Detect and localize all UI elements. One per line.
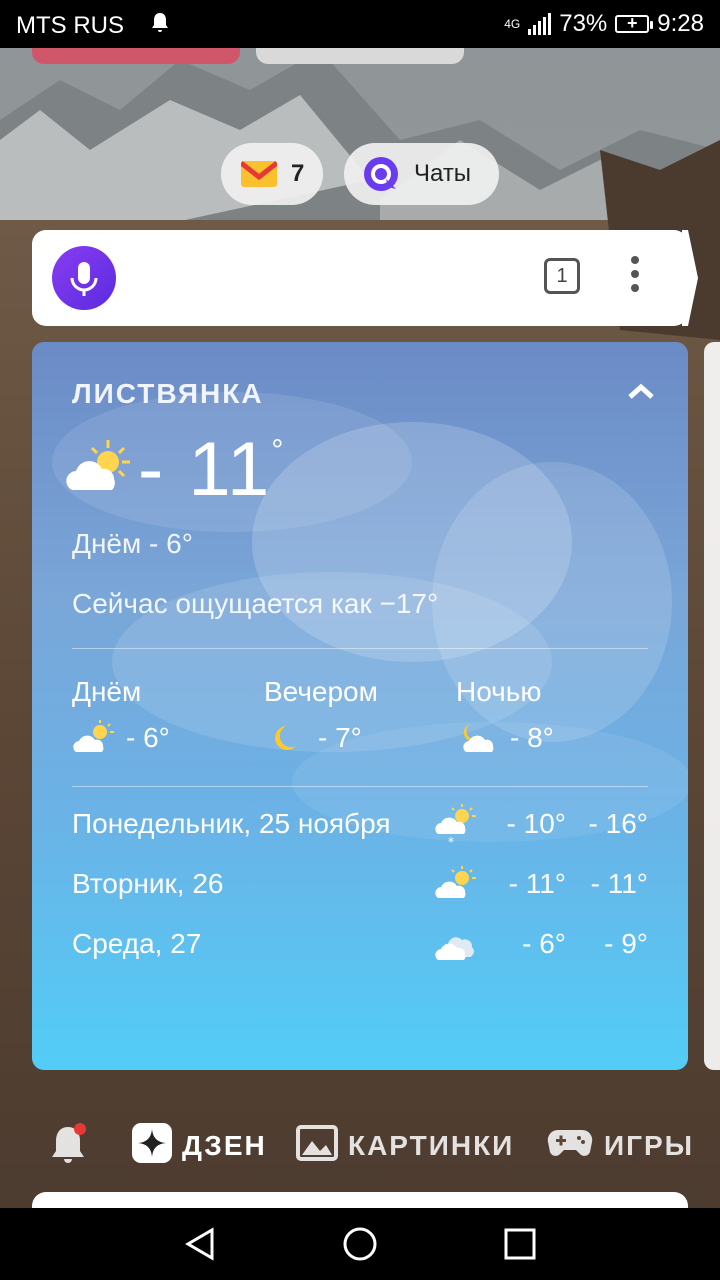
games-button[interactable]: ИГРЫ <box>546 1118 694 1174</box>
previous-card-red <box>32 48 240 64</box>
partly-cloudy-icon <box>62 438 134 498</box>
services-row: ДЗЕН КАРТИНКИ ИГРЫ <box>0 1118 720 1174</box>
previous-card-grey <box>256 48 464 64</box>
back-triangle-icon[interactable] <box>182 1226 218 1262</box>
zen-icon <box>132 1122 172 1170</box>
period-temp: - 8° <box>510 722 554 753</box>
divider <box>72 648 648 649</box>
next-card-peek[interactable] <box>704 342 720 1070</box>
battery-percent: 73% <box>559 10 608 37</box>
mail-icon <box>239 161 279 187</box>
period-night: Ночью - 8° <box>456 676 636 756</box>
feels-like: Сейчас ощущается как −17° <box>72 588 439 619</box>
battery-charging-icon: + <box>615 13 654 33</box>
chats-label: Чаты <box>414 160 472 187</box>
images-label: КАРТИНКИ <box>348 1130 515 1161</box>
zen-button[interactable]: ДЗЕН <box>132 1118 267 1174</box>
clock: 9:28 <box>657 10 704 37</box>
partly-cloudy-snow-icon: * <box>435 804 476 848</box>
microphone-icon[interactable] <box>52 246 116 310</box>
period-evening: Вечером - 7° <box>264 676 444 756</box>
moon-icon <box>275 726 296 750</box>
forecast-low: - 11° <box>590 868 648 899</box>
system-nav-bar <box>0 1208 720 1280</box>
notifications-button[interactable] <box>50 1118 90 1174</box>
period-name: Днём <box>72 676 142 707</box>
more-vertical-icon[interactable] <box>628 256 642 300</box>
forecast-low: - 9° <box>604 928 648 959</box>
forecast-row[interactable]: Понедельник, 25 ноября * - 10° - 16° <box>72 804 648 848</box>
cloudy-icon <box>435 937 474 960</box>
notification-bell-icon <box>50 1121 90 1172</box>
gamepad-icon <box>546 1126 594 1167</box>
period-name: Вечером <box>264 676 378 707</box>
svg-text:*: * <box>448 835 454 848</box>
image-icon <box>296 1124 338 1168</box>
forecast-low: - 16° <box>588 808 648 839</box>
forecast-row[interactable]: Среда, 27 - 6° - 9° <box>72 924 648 964</box>
mail-count: 7 <box>291 160 305 187</box>
zen-label: ДЗЕН <box>182 1130 267 1161</box>
current-temperature: - 11° <box>138 426 285 513</box>
chat-icon <box>362 155 400 193</box>
forecast-row[interactable]: Вторник, 26 - 11° - 11° <box>72 864 648 904</box>
weather-card[interactable]: ЛИСТВЯНКА - 11° Днём - 6° Сейчас ощущает… <box>32 342 688 1070</box>
period-temp: - 7° <box>318 722 362 753</box>
partly-cloudy-icon <box>73 720 114 752</box>
games-label: ИГРЫ <box>604 1130 695 1161</box>
signal-icon <box>528 13 552 35</box>
partly-cloudy-icon <box>435 866 476 898</box>
status-bar: MTS RUS 4G 73% + 9:28 <box>0 0 720 48</box>
carrier-label: MTS RUS <box>16 12 124 39</box>
forecast-day: Вторник, 26 <box>72 868 224 899</box>
chats-chip[interactable]: Чаты <box>344 143 499 205</box>
divider <box>72 786 648 787</box>
period-name: Ночью <box>456 676 542 707</box>
forecast-day: Среда, 27 <box>72 928 202 959</box>
recent-square-icon[interactable] <box>502 1226 538 1262</box>
chevron-up-icon[interactable] <box>628 374 654 406</box>
day-temperature: Днём - 6° <box>72 528 193 559</box>
partly-cloudy-night-icon <box>463 724 494 752</box>
search-bar-tail <box>682 230 698 326</box>
forecast-high: - 6° <box>522 928 566 959</box>
mail-chip[interactable]: 7 <box>221 143 323 205</box>
weather-city: ЛИСТВЯНКА <box>72 378 264 409</box>
period-day: Днём - 6° <box>72 676 252 756</box>
tabs-counter-button[interactable]: 1 <box>544 258 580 294</box>
forecast-high: - 10° <box>506 808 566 839</box>
notification-bell-icon <box>150 12 170 41</box>
network-type-label: 4G <box>504 17 521 31</box>
degree-sign: ° <box>271 434 286 467</box>
period-temp: - 6° <box>126 722 170 753</box>
search-bar[interactable]: 1 <box>32 230 698 326</box>
forecast-high: - 11° <box>508 868 566 899</box>
forecast-day: Понедельник, 25 ноября <box>72 808 391 839</box>
current-temp-value: - 11 <box>138 427 272 512</box>
home-circle-icon[interactable] <box>342 1226 378 1262</box>
images-button[interactable]: КАРТИНКИ <box>296 1118 514 1174</box>
